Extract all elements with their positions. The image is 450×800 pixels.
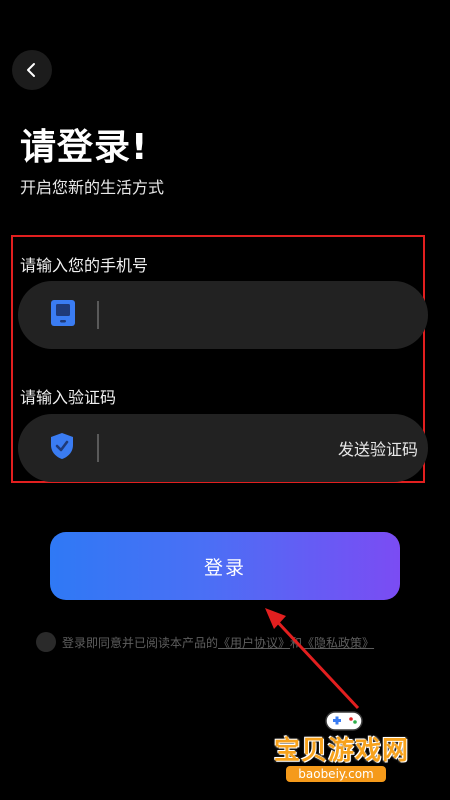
watermark-name: 宝贝游戏网 xyxy=(274,736,410,766)
watermark-logo: 宝贝游戏网 baobeiy.com xyxy=(268,708,428,784)
watermark-url: baobeiy.com xyxy=(286,766,386,782)
annotation-arrow-icon xyxy=(265,608,360,710)
